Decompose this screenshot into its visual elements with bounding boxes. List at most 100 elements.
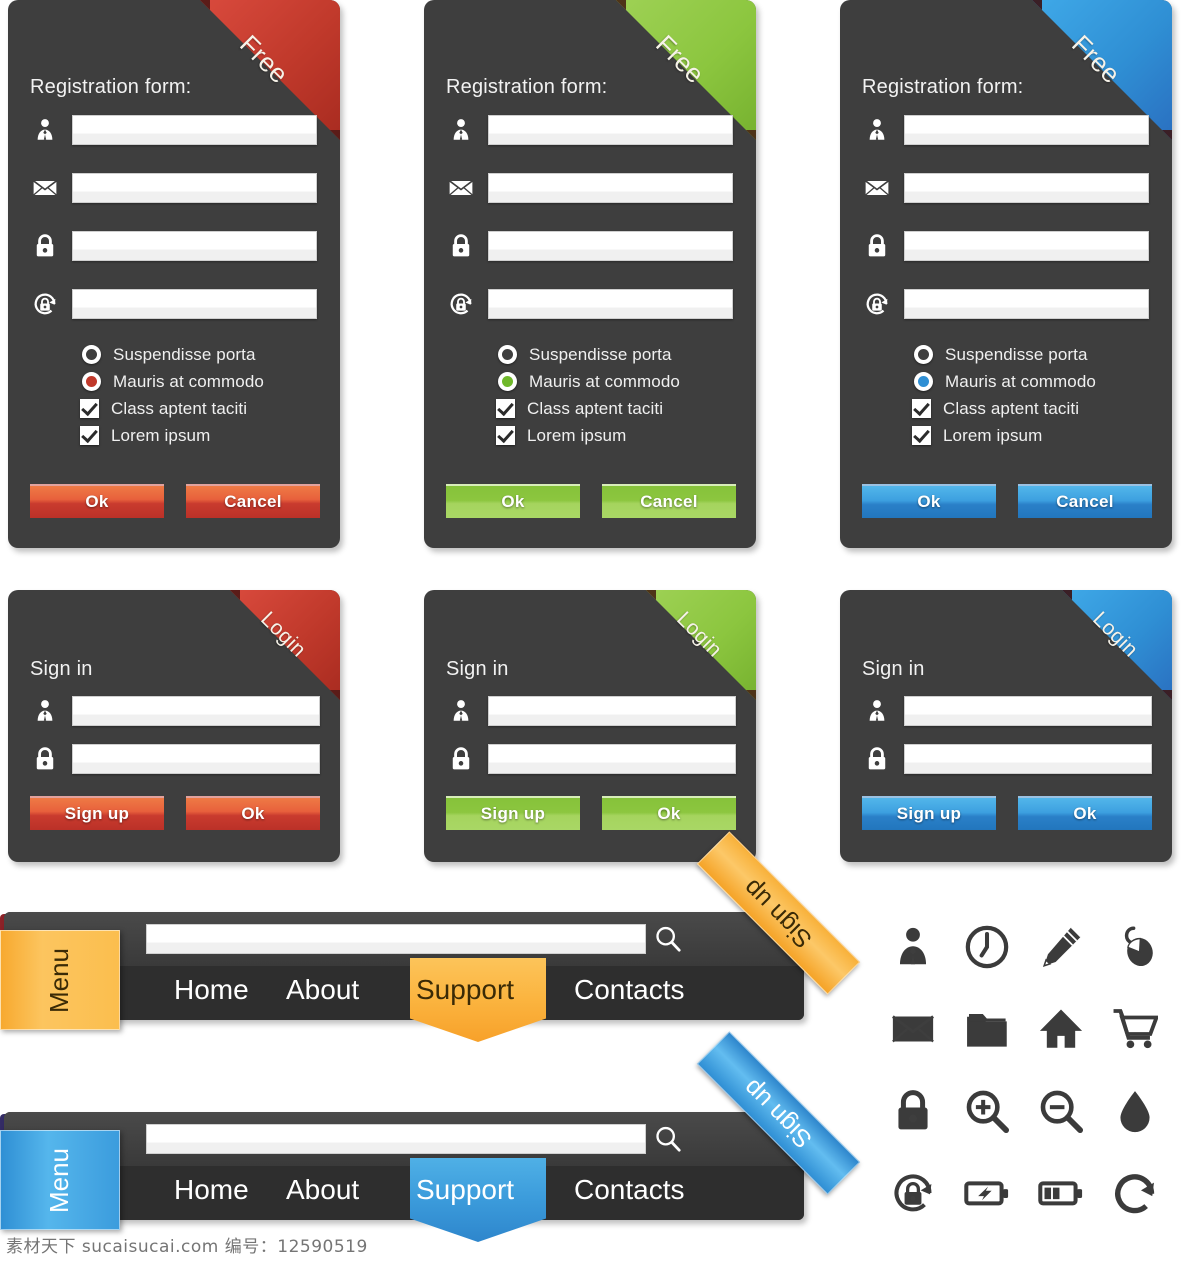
radio-button[interactable] [498,372,517,391]
icon-cell [1024,908,1098,990]
envelope-icon [446,173,476,203]
icon-cell [1098,908,1172,990]
signin-input-1[interactable] [488,744,736,774]
menu-tab[interactable]: Menu [0,1130,120,1230]
radio-button[interactable] [82,345,101,364]
radio-button[interactable] [82,372,101,391]
radio-option[interactable]: Suspendisse porta [914,341,1096,368]
ribbon-fold-right [1162,130,1172,140]
cancel-button[interactable]: Cancel [186,484,320,518]
lock-refresh-icon [30,289,60,319]
nav-link-about[interactable]: About [286,1174,359,1206]
checkbox-option[interactable]: Class aptent taciti [912,395,1096,422]
lock-refresh-icon [890,1170,936,1221]
radio-option[interactable]: Mauris at commodo [82,368,264,395]
nav-link-support[interactable]: Support [416,974,514,1006]
checkbox[interactable] [496,426,515,445]
option-label: Class aptent taciti [943,398,1080,418]
form-input-2[interactable] [488,231,733,261]
form-input-2[interactable] [72,231,317,261]
lock-icon [30,231,60,261]
registration-card: Free Registration form: Suspendisse porta M… [840,0,1172,548]
radio-option[interactable]: Mauris at commodo [914,368,1096,395]
registration-card: Free Registration form: Suspendisse porta M… [424,0,756,548]
nav-link-home[interactable]: Home [174,974,249,1006]
ok-button[interactable]: Ok [186,796,320,830]
icon-cell [876,1072,950,1154]
form-input-2[interactable] [904,231,1149,261]
icon-cell [876,1154,950,1236]
radio-button[interactable] [498,345,517,364]
folder-icon [964,1006,1010,1057]
nav-link-contacts[interactable]: Contacts [574,1174,685,1206]
option-label: Mauris at commodo [945,371,1096,391]
form-input-3[interactable] [488,289,733,319]
radio-option[interactable]: Mauris at commodo [498,368,680,395]
radio-option[interactable]: Suspendisse porta [82,341,264,368]
signin-input-0[interactable] [72,696,320,726]
cancel-button[interactable]: Cancel [1018,484,1152,518]
icon-cell [950,1072,1024,1154]
checkbox-option[interactable]: Lorem ipsum [496,422,680,449]
form-field-row [862,173,1149,203]
registration-card: Free Registration form: Suspendisse porta M… [8,0,340,548]
radio-button[interactable] [914,345,933,364]
envelope-icon [862,173,892,203]
lock-icon [446,231,476,261]
checkbox[interactable] [912,426,931,445]
form-input-1[interactable] [72,173,317,203]
signup-button[interactable]: Sign up [446,796,580,830]
nav-link-contacts[interactable]: Contacts [574,974,685,1006]
checkbox-option[interactable]: Lorem ipsum [80,422,264,449]
magnifier-icon[interactable] [654,1125,682,1158]
checkbox[interactable] [496,399,515,418]
form-input-0[interactable] [904,115,1149,145]
ribbon-fold-right [746,690,756,700]
ok-button[interactable]: Ok [862,484,996,518]
option-label: Lorem ipsum [943,425,1043,445]
form-input-1[interactable] [488,173,733,203]
signin-input-1[interactable] [904,744,1152,774]
menu-tab[interactable]: Menu [0,930,120,1030]
ok-button[interactable]: Ok [1018,796,1152,830]
signin-input-0[interactable] [488,696,736,726]
cancel-button[interactable]: Cancel [602,484,736,518]
radio-option[interactable]: Suspendisse porta [498,341,680,368]
nav-link-about[interactable]: About [286,974,359,1006]
checkbox[interactable] [80,399,99,418]
ribbon-label: Free [650,28,711,90]
nav-link-home[interactable]: Home [174,1174,249,1206]
icon-cell [950,908,1024,990]
form-input-0[interactable] [72,115,317,145]
form-input-0[interactable] [488,115,733,145]
ok-button[interactable]: Ok [602,796,736,830]
ok-button[interactable]: Ok [30,484,164,518]
form-field-row [30,231,317,261]
signin-input-0[interactable] [904,696,1152,726]
signup-button[interactable]: Sign up [30,796,164,830]
checkbox[interactable] [80,426,99,445]
icon-cell [1098,990,1172,1072]
ribbon-fold-right [1162,690,1172,700]
search-input[interactable] [146,1124,646,1154]
ribbon-fold-left [1062,590,1072,600]
user-icon [862,115,892,145]
checkbox-option[interactable]: Class aptent taciti [496,395,680,422]
options-group: Suspendisse porta Mauris at commodo Class … [912,341,1096,449]
radio-button[interactable] [914,372,933,391]
search-input[interactable] [146,924,646,954]
ok-button[interactable]: Ok [446,484,580,518]
nav-link-support[interactable]: Support [416,1174,514,1206]
signup-button[interactable]: Sign up [862,796,996,830]
form-input-3[interactable] [904,289,1149,319]
checkbox-option[interactable]: Lorem ipsum [912,422,1096,449]
signin-input-1[interactable] [72,744,320,774]
form-input-3[interactable] [72,289,317,319]
checkbox[interactable] [912,399,931,418]
watermark: 素材天下 sucaisucai.com 编号：12590519 [6,1237,368,1257]
menu-bar: Home About Support Contacts [4,1112,804,1242]
checkbox-option[interactable]: Class aptent taciti [80,395,264,422]
magnifier-icon[interactable] [654,925,682,958]
zoom-in-icon [964,1088,1010,1139]
form-input-1[interactable] [904,173,1149,203]
